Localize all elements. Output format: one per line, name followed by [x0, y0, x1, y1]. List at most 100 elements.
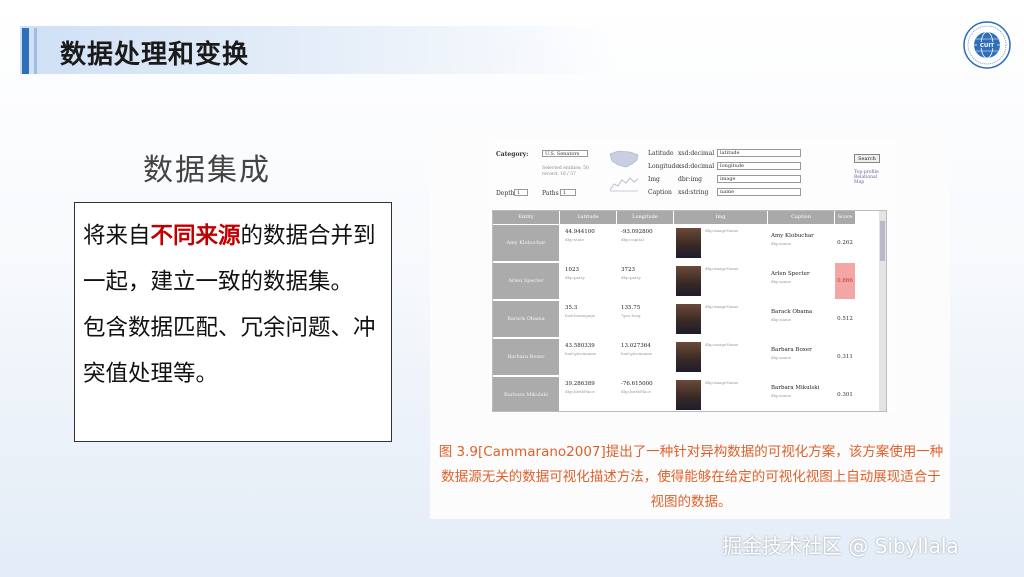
watermark: 掘金技术社区 @ Sibyllala — [722, 534, 959, 558]
latitude-value: 1023 — [565, 267, 579, 273]
longitude-value: -93.092800 — [621, 229, 653, 235]
score-value: 0.262 — [837, 240, 853, 246]
caption-source: dbp:name — [771, 279, 792, 284]
entity-name[interactable]: Barbara Mikulski — [493, 377, 559, 411]
slide-title: 数据处理和变换 — [60, 40, 250, 70]
entity-name[interactable]: Arlen Specter — [493, 263, 559, 299]
figure-screenshot: Category: U.S. Senators Selected entitie… — [490, 140, 896, 412]
latitude-source: foaf:givenname — [565, 351, 597, 356]
table-row[interactable]: Amy Klobuchar 44.944100 dbp:state -93.09280… — [493, 225, 886, 263]
longitude-value: 13.027364 — [621, 343, 651, 349]
description-prefix: 将来自 — [83, 223, 151, 249]
latitude-value: 44.944100 — [565, 229, 595, 235]
longitude-source: dbp:capital — [621, 237, 644, 242]
field-label: Img — [648, 176, 660, 183]
latitude-source: dbp:birthPlace — [565, 389, 595, 394]
img-source: dbp:imageName — [705, 342, 739, 347]
latitude-value: 35.3 — [565, 305, 578, 311]
paths-label: Paths — [542, 190, 559, 197]
caption-source: dbp:name — [771, 355, 792, 360]
caption-value: Amy Klobuchar — [771, 233, 814, 239]
caption-value: Barbara Boxer — [771, 347, 812, 353]
img-source: dbp:imageName — [705, 266, 739, 271]
person-photo — [676, 380, 701, 410]
entity-name[interactable]: Amy Klobuchar — [493, 225, 559, 261]
paths-select[interactable]: 1 — [560, 189, 576, 196]
caption-source: dbp:name — [771, 393, 792, 398]
entity-name[interactable]: Barack Obama — [493, 301, 559, 337]
selected-note: Selected entities: 50 — [542, 166, 589, 171]
col-header-entity: Entity — [493, 211, 559, 224]
table-row[interactable]: Arlen Specter 1023 dbp:party 3723 dbp:party d… — [493, 263, 886, 301]
person-photo — [676, 342, 701, 372]
field-type: xsd:decimal — [678, 150, 715, 157]
latitude-source: dbp:state — [565, 237, 585, 242]
field-input[interactable]: image — [717, 175, 801, 183]
person-photo — [676, 266, 701, 296]
caption-source: dbp:name — [771, 317, 792, 322]
col-header-score: Score — [835, 211, 855, 224]
latitude-source: foaf:homepage — [565, 313, 596, 318]
slide-header: 数据处理和变换 — [0, 20, 1024, 82]
figure-panel: Category: U.S. Senators Selected entitie… — [430, 136, 950, 519]
link-map[interactable]: Map — [854, 180, 879, 185]
person-photo — [676, 304, 701, 334]
field-input[interactable]: name — [717, 188, 801, 196]
category-label: Category: — [496, 151, 529, 158]
description-paragraph: 将来自不同来源的数据合并到一起，建立一致的数据集。 — [83, 213, 391, 305]
depth-label: Depth — [496, 190, 515, 197]
scrollbar-thumb[interactable] — [880, 221, 885, 261]
field-label: Latitude — [648, 150, 674, 157]
img-source: dbp:imageName — [705, 380, 739, 385]
category-select[interactable]: U.S. Senators — [542, 150, 588, 157]
caption-source: dbp:name — [771, 241, 792, 246]
score-value: 0.866 — [835, 263, 855, 299]
view-links: Top-profile Relational Map — [854, 170, 879, 185]
col-header-longitude: Longitude — [617, 211, 673, 224]
score-value: 0.301 — [837, 392, 853, 398]
table-row[interactable]: Barbara Boxer 43.580339 foaf:givenname 13.0… — [493, 339, 886, 377]
longitude-source: foaf:givenname — [621, 351, 653, 356]
latitude-value: 43.580339 — [565, 343, 595, 349]
field-label: Longitude — [648, 163, 679, 170]
figure-caption: 图 3.9[Cammarano2007]提出了一种针对异构数据的可视化方案，该方… — [438, 444, 944, 510]
col-header-caption: Caption — [768, 211, 834, 224]
img-source: dbp:imageName — [705, 304, 739, 309]
col-header-img: Img — [674, 211, 767, 224]
results-table: Entity Latitude Longitude Img Caption Sc… — [492, 210, 887, 412]
caption-value: Arlen Specter — [771, 271, 810, 277]
col-header-latitude: Latitude — [560, 211, 616, 224]
latitude-source: dbp:party — [565, 275, 585, 280]
depth-select[interactable]: 1 — [514, 189, 528, 196]
table-row[interactable]: Barbara Mikulski 39.286389 dbp:birthPlace -… — [493, 377, 886, 411]
field-label: Caption — [648, 189, 672, 196]
caption-value: Barack Obama — [771, 309, 813, 315]
selected-note-2: record: 18 / 57 — [542, 172, 576, 177]
longitude-value: 135.75 — [621, 305, 641, 311]
header-accent-bar-thin — [34, 28, 37, 74]
section-subtitle: 数据集成 — [143, 153, 271, 188]
field-input[interactable]: longitude — [717, 162, 801, 170]
longitude-source: *geo:long — [621, 313, 641, 318]
field-type: dbr:img — [678, 176, 703, 183]
field-input[interactable]: latitude — [717, 149, 801, 157]
person-photo — [676, 228, 701, 258]
university-logo-icon: CUIT — [963, 21, 1011, 69]
latitude-value: 39.286389 — [565, 381, 595, 387]
description-highlight: 不同来源 — [150, 223, 241, 249]
longitude-value: -76.615000 — [621, 381, 653, 387]
description-line2: 包含数据匹配、冗余问题、冲突值处理等。 — [83, 315, 376, 387]
img-source: dbp:imageName — [705, 228, 739, 233]
search-button[interactable]: Search — [854, 154, 880, 163]
score-value: 0.311 — [837, 354, 853, 360]
entity-name[interactable]: Barbara Boxer — [493, 339, 559, 375]
table-row[interactable]: Barack Obama 35.3 foaf:homepage 135.75 *geo:… — [493, 301, 886, 339]
longitude-source: dbp:party — [621, 275, 641, 280]
chart-thumbnail-icon — [609, 177, 639, 192]
longitude-value: 3723 — [621, 267, 635, 273]
field-type: xsd:string — [678, 189, 709, 196]
table-scrollbar[interactable] — [879, 211, 886, 411]
us-map-icon — [609, 150, 639, 168]
description-box: 将来自不同来源的数据合并到一起，建立一致的数据集。 包含数据匹配、冗余问题、冲突… — [74, 202, 392, 442]
longitude-source: dbp:birthPlace — [621, 389, 651, 394]
